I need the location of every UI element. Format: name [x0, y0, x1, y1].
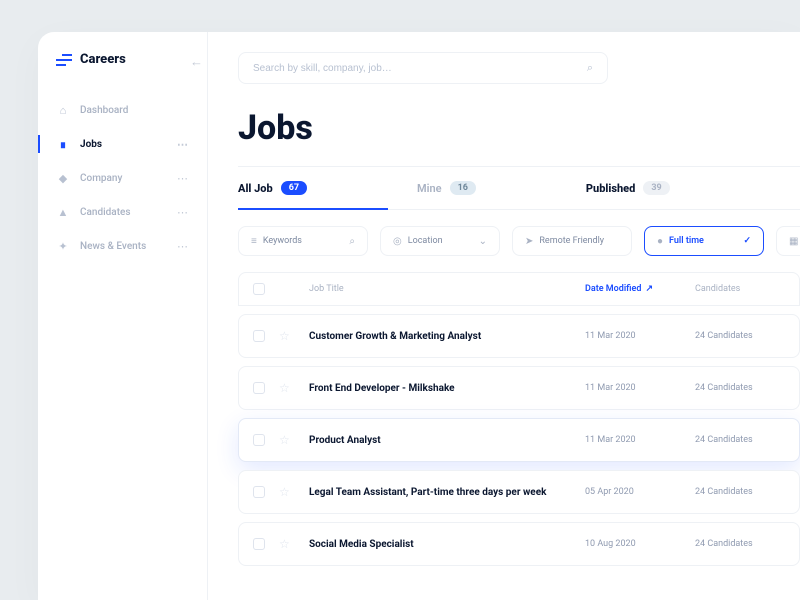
- location-icon: ◎: [393, 236, 402, 247]
- row-checkbox[interactable]: [253, 486, 265, 498]
- table-header: Job Title Date Modified ↗ Candidates: [238, 272, 800, 306]
- row-date: 11 Mar 2020: [585, 435, 695, 445]
- column-label: Date Modified: [585, 284, 641, 294]
- filter-keywords[interactable]: ≡ Keywords ⌕: [238, 226, 368, 256]
- more-icon[interactable]: ⋯: [177, 138, 189, 151]
- sidebar-item-label: Candidates: [80, 207, 131, 218]
- grid-icon: ▦: [789, 236, 798, 247]
- filter-remote[interactable]: ➤ Remote Friendly: [512, 226, 632, 256]
- row-date: 11 Mar 2020: [585, 383, 695, 393]
- filter-label: Remote Friendly: [539, 236, 604, 246]
- tab-count-badge: 39: [643, 181, 669, 195]
- row-title: Product Analyst: [309, 435, 585, 446]
- row-date: 05 Apr 2020: [585, 487, 695, 497]
- tab-label: Mine: [417, 182, 442, 195]
- row-date: 10 Aug 2020: [585, 539, 695, 549]
- table-body: ☆ Customer Growth & Marketing Analyst 11…: [238, 314, 800, 566]
- chevron-down-icon: ⌄: [479, 236, 487, 247]
- row-date: 11 Mar 2020: [585, 331, 695, 341]
- search-input[interactable]: [253, 63, 587, 74]
- tab-mine[interactable]: Mine 16: [417, 167, 476, 209]
- column-candidates[interactable]: Candidates: [695, 284, 785, 294]
- row-checkbox[interactable]: [253, 434, 265, 446]
- home-icon: ⌂: [56, 103, 70, 117]
- tabs: All Job 67 Mine 16 Published 39: [238, 166, 800, 210]
- tab-label: Published: [586, 182, 635, 195]
- sort-asc-icon: ↗: [645, 284, 653, 294]
- row-candidates: 24 Candidates: [695, 435, 785, 445]
- star-icon[interactable]: ☆: [279, 381, 309, 395]
- search-icon: ⌕: [349, 236, 355, 247]
- row-candidates: 24 Candidates: [695, 539, 785, 549]
- filter-fulltime[interactable]: ● Full time ✓: [644, 226, 764, 256]
- table-row[interactable]: ☆ Social Media Specialist 10 Aug 2020 24…: [238, 522, 800, 566]
- sidebar-item-dashboard[interactable]: ⌂ Dashboard: [38, 93, 207, 127]
- table-row[interactable]: ☆ Legal Team Assistant, Part-time three …: [238, 470, 800, 514]
- row-candidates: 24 Candidates: [695, 487, 785, 497]
- more-icon[interactable]: ⋯: [177, 240, 189, 253]
- sidebar-item-label: News & Events: [80, 241, 146, 252]
- sidebar-item-company[interactable]: ◆ Company ⋯: [38, 161, 207, 195]
- global-search[interactable]: ⌕: [238, 52, 608, 84]
- tab-count-badge: 16: [450, 181, 476, 195]
- table-row[interactable]: ☆ Product Analyst 11 Mar 2020 24 Candida…: [238, 418, 800, 462]
- search-icon: ⌕: [587, 61, 593, 75]
- star-icon[interactable]: ☆: [279, 537, 309, 551]
- filter-more[interactable]: ▦ Po: [776, 226, 800, 256]
- tab-all-jobs[interactable]: All Job 67: [238, 167, 307, 209]
- sidebar-item-label: Dashboard: [80, 105, 128, 116]
- row-checkbox[interactable]: [253, 538, 265, 550]
- tab-active-indicator: [238, 208, 388, 210]
- brand-title: Careers: [80, 52, 126, 67]
- sidebar-item-jobs[interactable]: ∎ Jobs ⋯: [38, 127, 207, 161]
- row-title: Front End Developer - Milkshake: [309, 383, 585, 394]
- check-icon: ✓: [743, 236, 751, 246]
- tab-label: All Job: [238, 182, 273, 195]
- sidebar-item-label: Company: [80, 173, 122, 184]
- filter-label: Keywords: [263, 236, 344, 246]
- row-title: Customer Growth & Marketing Analyst: [309, 331, 585, 342]
- page-title: Jobs: [238, 108, 800, 148]
- column-job-title[interactable]: Job Title: [309, 284, 585, 294]
- sidebar-item-candidates[interactable]: ▲ Candidates ⋯: [38, 195, 207, 229]
- back-button[interactable]: ←: [190, 54, 203, 70]
- badge-icon: ●: [657, 236, 663, 247]
- row-title: Social Media Specialist: [309, 539, 585, 550]
- send-icon: ➤: [525, 236, 533, 247]
- brand-logo-icon: [56, 54, 72, 66]
- star-icon[interactable]: ☆: [279, 329, 309, 343]
- row-candidates: 24 Candidates: [695, 383, 785, 393]
- row-checkbox[interactable]: [253, 382, 265, 394]
- spark-icon: ✦: [56, 239, 70, 253]
- column-date-modified[interactable]: Date Modified ↗: [585, 284, 695, 294]
- sidebar: Careers ← ⌂ Dashboard ∎ Jobs ⋯ ◆ Company…: [38, 32, 208, 600]
- star-icon[interactable]: ☆: [279, 433, 309, 447]
- checkbox-icon: [253, 283, 265, 295]
- filter-label: Location: [408, 236, 473, 246]
- brand: Careers: [38, 52, 207, 87]
- filter-bar: ≡ Keywords ⌕ ◎ Location ⌄ ➤ Remote Frien…: [238, 226, 800, 256]
- sidebar-nav: ⌂ Dashboard ∎ Jobs ⋯ ◆ Company ⋯ ▲ Candi…: [38, 93, 207, 263]
- tab-published[interactable]: Published 39: [586, 167, 670, 209]
- table-row[interactable]: ☆ Customer Growth & Marketing Analyst 11…: [238, 314, 800, 358]
- sidebar-item-news[interactable]: ✦ News & Events ⋯: [38, 229, 207, 263]
- star-icon[interactable]: ☆: [279, 485, 309, 499]
- row-candidates: 24 Candidates: [695, 331, 785, 341]
- sidebar-item-label: Jobs: [80, 139, 102, 150]
- select-all-cell[interactable]: [253, 283, 279, 295]
- app-shell: Careers ← ⌂ Dashboard ∎ Jobs ⋯ ◆ Company…: [38, 32, 800, 600]
- tab-count-badge: 67: [281, 181, 307, 195]
- filter-label: Full time: [669, 236, 737, 246]
- more-icon[interactable]: ⋯: [177, 172, 189, 185]
- main-content: ⌕ Jobs All Job 67 Mine 16 Published 39 ≡…: [208, 32, 800, 600]
- keywords-icon: ≡: [251, 236, 257, 247]
- filter-location[interactable]: ◎ Location ⌄: [380, 226, 500, 256]
- row-title: Legal Team Assistant, Part-time three da…: [309, 487, 585, 498]
- table-row[interactable]: ☆ Front End Developer - Milkshake 11 Mar…: [238, 366, 800, 410]
- row-checkbox[interactable]: [253, 330, 265, 342]
- diamond-icon: ◆: [56, 171, 70, 185]
- briefcase-icon: ∎: [56, 137, 70, 151]
- more-icon[interactable]: ⋯: [177, 206, 189, 219]
- user-icon: ▲: [56, 205, 70, 219]
